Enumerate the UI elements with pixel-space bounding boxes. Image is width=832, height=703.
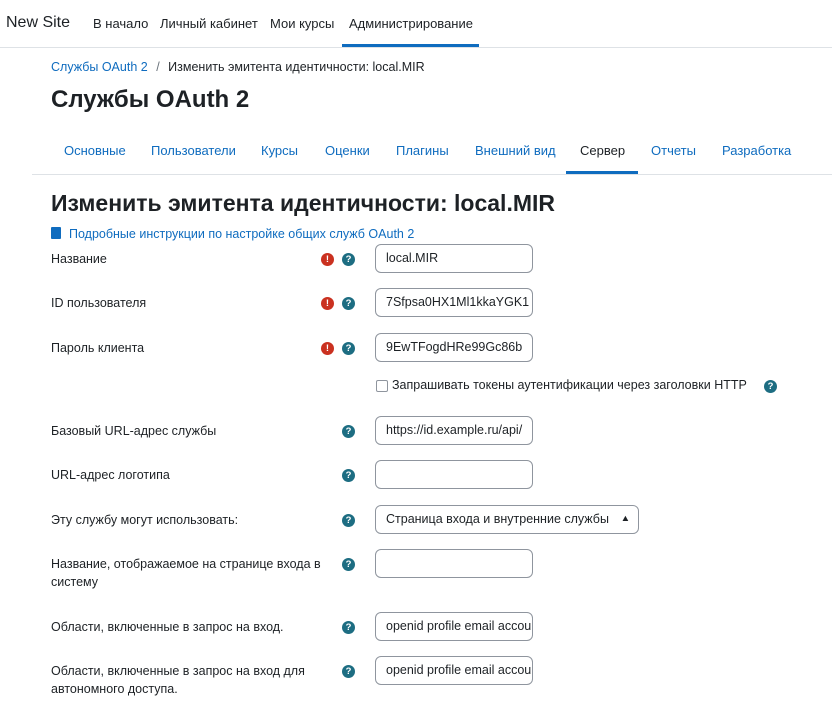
breadcrumb-separator: / bbox=[156, 60, 160, 74]
divider bbox=[32, 174, 832, 175]
breadcrumb-current: Изменить эмитента идентичности: local.MI… bbox=[168, 60, 425, 74]
client-id-input[interactable]: 7Sfpsa0HX1Ml1kkaYGK1 bbox=[375, 288, 533, 317]
site-brand[interactable]: New Site bbox=[6, 14, 70, 32]
tab-plugins[interactable]: Плагины bbox=[396, 143, 449, 158]
show-on-select-value: Страница входа и внутренние службы bbox=[386, 512, 609, 526]
doc-link-text[interactable]: Подробные инструкции по настройке общих … bbox=[69, 227, 414, 241]
tab-general[interactable]: Основные bbox=[64, 143, 126, 158]
show-on-select[interactable]: Страница входа и внутренние службы ▲ bbox=[375, 505, 639, 534]
label-login-scopes: Области, включенные в запрос на вход. bbox=[51, 620, 284, 634]
book-icon bbox=[51, 227, 61, 239]
doc-link[interactable]: Подробные инструкции по настройке общих … bbox=[51, 227, 414, 241]
nav-my-courses[interactable]: Мои курсы bbox=[270, 16, 334, 31]
help-icon[interactable]: ? bbox=[342, 621, 355, 634]
page-title: Службы OAuth 2 bbox=[51, 86, 250, 113]
login-page-name-input[interactable] bbox=[375, 549, 533, 578]
nav-administration[interactable]: Администрирование bbox=[349, 16, 473, 31]
tab-courses[interactable]: Курсы bbox=[261, 143, 298, 158]
breadcrumb-link[interactable]: Службы OAuth 2 bbox=[51, 60, 148, 74]
help-icon[interactable]: ? bbox=[342, 558, 355, 571]
active-nav-indicator bbox=[342, 44, 479, 47]
tab-grades[interactable]: Оценки bbox=[325, 143, 370, 158]
label-base-url: Базовый URL-адрес службы bbox=[51, 424, 217, 438]
tab-server[interactable]: Сервер bbox=[580, 143, 625, 158]
login-scopes-input[interactable]: openid profile email accounts bbox=[375, 612, 533, 641]
tab-appearance[interactable]: Внешний вид bbox=[475, 143, 556, 158]
name-input[interactable]: local.MIR bbox=[375, 244, 533, 273]
form-heading: Изменить эмитента идентичности: local.MI… bbox=[51, 190, 555, 216]
label-logo-url: URL-адрес логотипа bbox=[51, 468, 170, 482]
help-icon[interactable]: ? bbox=[342, 297, 355, 310]
help-icon[interactable]: ? bbox=[342, 253, 355, 266]
required-icon: ! bbox=[321, 297, 334, 310]
select-caret-icon: ▲ bbox=[621, 514, 631, 533]
help-icon[interactable]: ? bbox=[342, 469, 355, 482]
breadcrumb: Службы OAuth 2 / Изменить эмитента идент… bbox=[51, 60, 425, 74]
label-name: Название bbox=[51, 252, 107, 266]
client-secret-input[interactable]: 9EwTFogdHRe99Gc86b bbox=[375, 333, 533, 362]
base-url-input[interactable]: https://id.example.ru/api/ bbox=[375, 416, 533, 445]
help-icon[interactable]: ? bbox=[342, 342, 355, 355]
tab-users[interactable]: Пользователи bbox=[151, 143, 236, 158]
tab-development[interactable]: Разработка bbox=[722, 143, 791, 158]
label-offline-scopes: Области, включенные в запрос на вход для… bbox=[51, 664, 305, 696]
required-icon: ! bbox=[321, 342, 334, 355]
help-icon[interactable]: ? bbox=[342, 425, 355, 438]
nav-home[interactable]: В начало bbox=[93, 16, 148, 31]
label-show-on: Эту службу могут использовать: bbox=[51, 513, 239, 527]
offline-scopes-input[interactable]: openid profile email accounts bbox=[375, 656, 533, 685]
help-icon[interactable]: ? bbox=[342, 514, 355, 527]
help-icon[interactable]: ? bbox=[342, 665, 355, 678]
label-login-page-name: Название, отображаемое на странице входа… bbox=[51, 557, 321, 589]
nav-dashboard[interactable]: Личный кабинет bbox=[160, 16, 258, 31]
label-client-id: ID пользователя bbox=[51, 296, 147, 310]
logo-url-input[interactable] bbox=[375, 460, 533, 489]
http-header-checkbox-label[interactable]: Запрашивать токены аутентификации через … bbox=[392, 378, 747, 392]
help-icon[interactable]: ? bbox=[764, 380, 777, 393]
tab-reports[interactable]: Отчеты bbox=[651, 143, 696, 158]
required-icon: ! bbox=[321, 253, 334, 266]
label-client-secret: Пароль клиента bbox=[51, 341, 145, 355]
http-header-checkbox[interactable] bbox=[376, 380, 388, 392]
top-navbar: New Site В начало Личный кабинет Мои кур… bbox=[0, 0, 832, 48]
